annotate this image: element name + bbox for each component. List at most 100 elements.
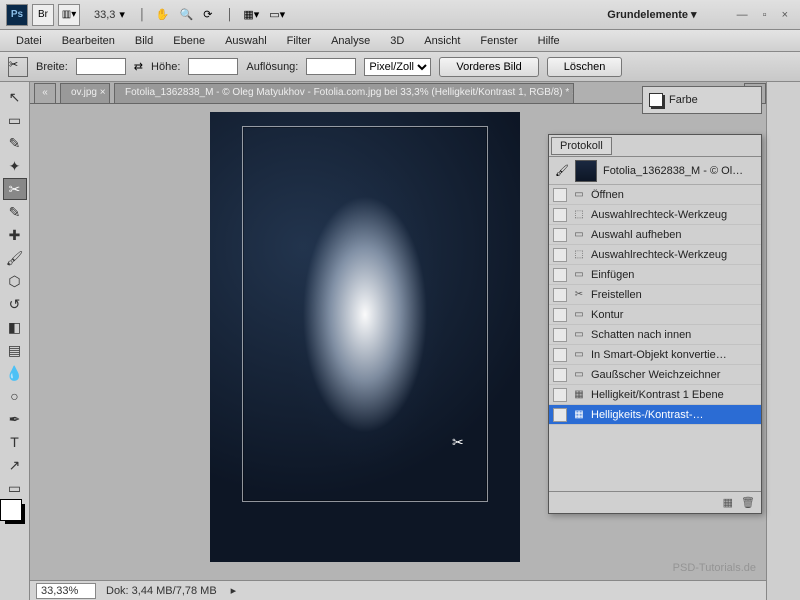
menu-3d[interactable]: 3D	[380, 35, 414, 47]
resolution-input[interactable]	[306, 58, 356, 75]
swap-icon[interactable]: ⇄	[134, 60, 143, 73]
history-footer: ▦ 🗑	[549, 491, 761, 513]
new-snapshot-icon[interactable]: ▦	[723, 496, 733, 509]
eraser-tool[interactable]: ◧	[3, 316, 27, 338]
menu-ebene[interactable]: Ebene	[163, 35, 215, 47]
menu-fenster[interactable]: Fenster	[470, 35, 527, 47]
eyedropper-tool[interactable]: ✎	[3, 201, 27, 223]
history-checkbox[interactable]	[553, 188, 567, 202]
brush-tool[interactable]: 🖌	[3, 247, 27, 269]
history-step-icon: ▦	[571, 388, 587, 402]
history-tab[interactable]: Protokoll	[551, 137, 612, 155]
tab-prev[interactable]: «	[34, 83, 56, 103]
menu-bild[interactable]: Bild	[125, 35, 163, 47]
stamp-tool[interactable]: ⬡	[3, 270, 27, 292]
lasso-tool[interactable]: ✎	[3, 132, 27, 154]
rotate-icon[interactable]: ⟳	[203, 8, 212, 21]
history-checkbox[interactable]	[553, 248, 567, 262]
history-document-row[interactable]: 🖌 Fotolia_1362838_M - © Ol…	[549, 157, 761, 185]
history-checkbox[interactable]	[553, 288, 567, 302]
history-checkbox[interactable]	[553, 228, 567, 242]
heal-tool[interactable]: ✚	[3, 224, 27, 246]
crop-tool-icon[interactable]: ✂	[8, 57, 28, 77]
dodge-tool[interactable]: ○	[3, 385, 27, 407]
history-checkbox[interactable]	[553, 208, 567, 222]
history-checkbox[interactable]	[553, 388, 567, 402]
menu-hilfe[interactable]: Hilfe	[528, 35, 570, 47]
history-item[interactable]: ⬚Auswahlrechteck-Werkzeug	[549, 245, 761, 265]
width-input[interactable]	[76, 58, 126, 75]
history-item[interactable]: ▦ Helligkeit/Kontrast 1 Ebene	[549, 385, 761, 405]
color-swatches[interactable]	[5, 504, 25, 524]
history-step-label: In Smart-Objekt konvertie…	[591, 349, 757, 361]
workspace-selector[interactable]: Grundelemente ▾	[607, 8, 696, 21]
zoom-level[interactable]: 33,3	[94, 9, 115, 21]
history-item[interactable]: ▦ Helligkeits-/Kontrast-…	[549, 405, 761, 425]
history-checkbox[interactable]	[553, 408, 567, 422]
history-step-icon: ▭	[571, 188, 587, 202]
history-step-icon: ⬚	[571, 208, 587, 222]
color-panel-label: Farbe	[669, 94, 698, 106]
move-tool[interactable]: ↖	[3, 86, 27, 108]
arrange-icon[interactable]: ▦▾	[243, 8, 259, 21]
history-item[interactable]: ✂Freistellen	[549, 285, 761, 305]
history-checkbox[interactable]	[553, 348, 567, 362]
canvas[interactable]: ✂	[210, 112, 520, 562]
bridge-icon[interactable]: Br	[32, 4, 54, 26]
menu-bearbeiten[interactable]: Bearbeiten	[52, 35, 125, 47]
menu-filter[interactable]: Filter	[277, 35, 321, 47]
pen-tool[interactable]: ✒	[3, 408, 27, 430]
history-step-label: Helligkeits-/Kontrast-…	[591, 409, 757, 421]
history-item[interactable]: ▭ In Smart-Objekt konvertie…	[549, 345, 761, 365]
screen-icon[interactable]: ▭▾	[269, 8, 285, 21]
app-icon[interactable]: Ps	[6, 4, 28, 26]
shape-tool[interactable]: ▭	[3, 477, 27, 499]
right-dock[interactable]	[766, 82, 800, 600]
marquee-tool[interactable]: ▭	[3, 109, 27, 131]
history-step-icon: ▭	[571, 228, 587, 242]
history-item[interactable]: ▭Gaußscher Weichzeichner	[549, 365, 761, 385]
history-item[interactable]: ▭ Öffnen	[549, 185, 761, 205]
unit-select[interactable]: Pixel/Zoll	[364, 58, 431, 76]
layout-icon[interactable]: ▥▾	[58, 4, 80, 26]
height-input[interactable]	[188, 58, 238, 75]
history-checkbox[interactable]	[553, 328, 567, 342]
history-step-icon: ▭	[571, 348, 587, 362]
front-image-button[interactable]: Vorderes Bild	[439, 57, 538, 77]
trash-icon[interactable]: 🗑	[741, 496, 755, 509]
history-step-label: Helligkeit/Kontrast 1 Ebene	[591, 389, 757, 401]
history-item[interactable]: ▭Auswahl aufheben	[549, 225, 761, 245]
history-step-label: Öffnen	[591, 189, 757, 201]
history-item[interactable]: ▭Kontur	[549, 305, 761, 325]
zoom-icon[interactable]: 🔍	[180, 8, 194, 21]
document-tab-2[interactable]: Fotolia_1362838_M - © Oleg Matyukhov - F…	[114, 83, 574, 103]
history-item[interactable]: ▭Einfügen	[549, 265, 761, 285]
status-zoom[interactable]: 33,33%	[36, 583, 96, 599]
hand-icon[interactable]: ✋	[156, 8, 170, 21]
history-item[interactable]: ▭Schatten nach innen	[549, 325, 761, 345]
document-tab-1[interactable]: ov.jpg ×	[60, 83, 110, 103]
menu-ansicht[interactable]: Ansicht	[414, 35, 470, 47]
history-brush-tool[interactable]: ↺	[3, 293, 27, 315]
history-checkbox[interactable]	[553, 368, 567, 382]
window-controls[interactable]: — ▫ ×	[737, 9, 794, 21]
history-checkbox[interactable]	[553, 268, 567, 282]
title-bar: Ps Br ▥▾ 33,3 ▾ │ ✋ 🔍 ⟳ │ ▦▾ ▭▾ Grundele…	[0, 0, 800, 30]
history-step-icon: ▦	[571, 408, 587, 422]
menu-auswahl[interactable]: Auswahl	[215, 35, 277, 47]
blur-tool[interactable]: 💧	[3, 362, 27, 384]
clear-button[interactable]: Löschen	[547, 57, 623, 77]
history-item[interactable]: ⬚Auswahlrechteck-Werkzeug	[549, 205, 761, 225]
watermark: PSD-Tutorials.de	[673, 562, 756, 574]
history-step-label: Schatten nach innen	[591, 329, 757, 341]
color-panel[interactable]: Farbe	[642, 86, 762, 114]
menu-datei[interactable]: Datei	[6, 35, 52, 47]
history-checkbox[interactable]	[553, 308, 567, 322]
crop-tool[interactable]: ✂	[3, 178, 27, 200]
type-tool[interactable]: T	[3, 431, 27, 453]
menu-analyse[interactable]: Analyse	[321, 35, 380, 47]
history-brush-icon: 🖌	[555, 164, 569, 177]
wand-tool[interactable]: ✦	[3, 155, 27, 177]
path-tool[interactable]: ↗	[3, 454, 27, 476]
gradient-tool[interactable]: ▤	[3, 339, 27, 361]
